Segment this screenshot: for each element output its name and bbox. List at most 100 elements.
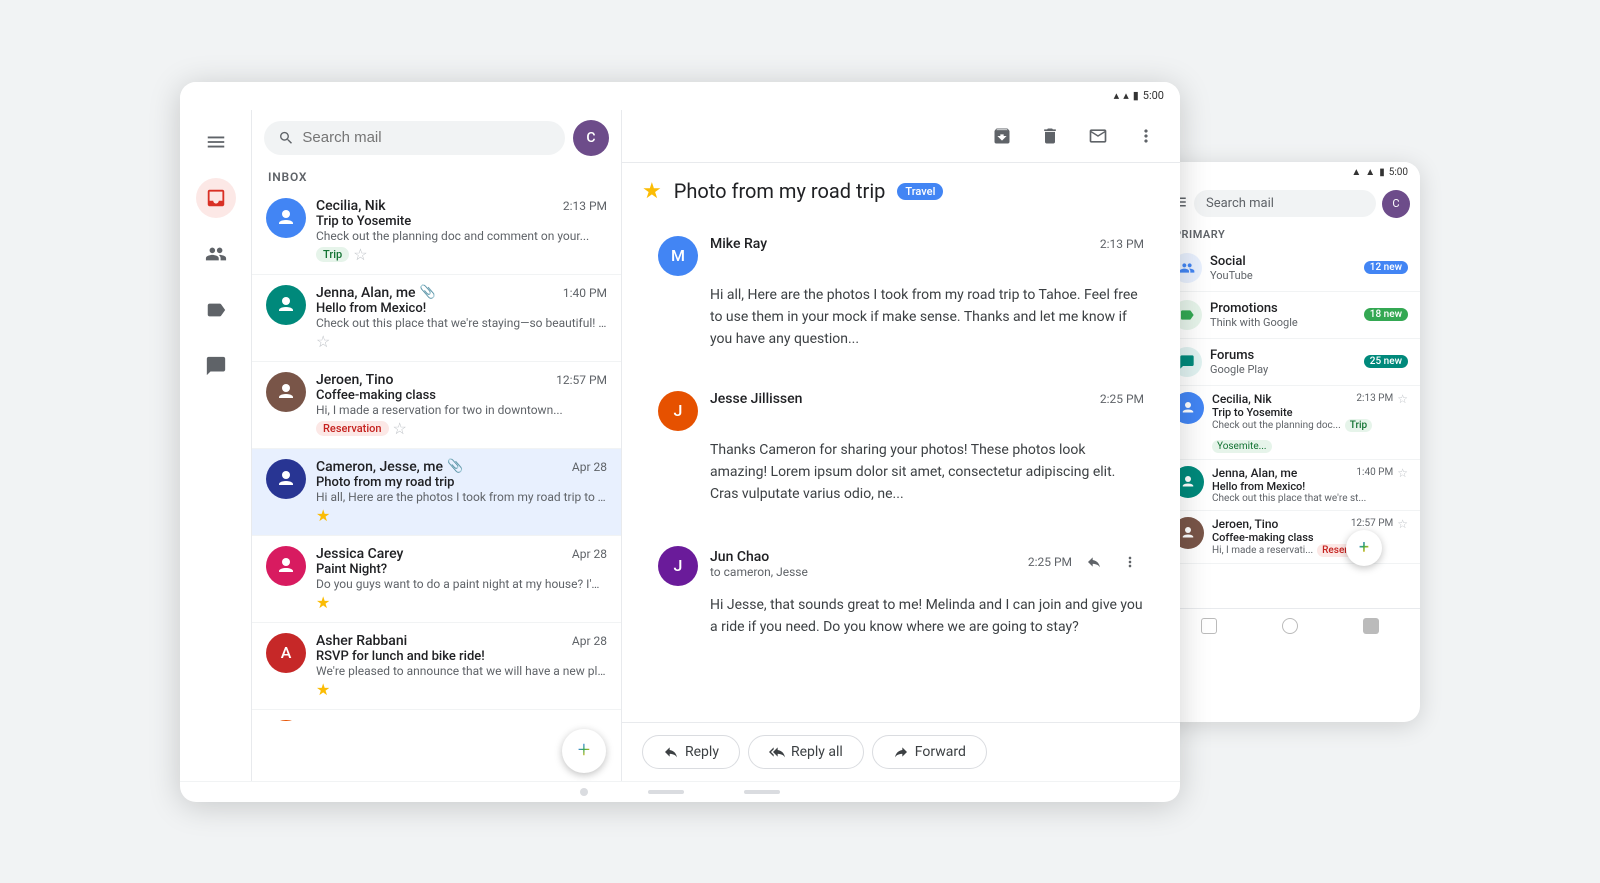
search-bar: C [252, 110, 621, 166]
mini-subject: Trip to Yosemite [1212, 406, 1408, 419]
inbox-label: INBOX [252, 166, 621, 188]
label-button[interactable] [1080, 118, 1116, 154]
user-avatar[interactable]: C [573, 120, 609, 156]
star-button[interactable]: ☆ [393, 419, 407, 438]
more-options-button[interactable] [1128, 118, 1164, 154]
forward-button[interactable]: Forward [872, 735, 987, 769]
menu-button[interactable] [196, 122, 236, 162]
mini-subject: Hello from Mexico! [1212, 480, 1408, 493]
email-preview: Hi all, Here are the photos I took from … [316, 490, 607, 504]
avatar [266, 198, 306, 238]
sender-name: Jeroen, Tino [316, 372, 393, 388]
mini-compose-fab[interactable]: + [1346, 530, 1382, 566]
email-subject: Hello from Mexico! [316, 301, 607, 316]
reply-all-button[interactable]: Reply all [748, 735, 864, 769]
msg-avatar: J [658, 546, 698, 586]
delete-button[interactable] [1032, 118, 1068, 154]
email-time: Apr 28 [572, 547, 607, 561]
msg-sender: Jun Chao [710, 549, 769, 565]
star-button[interactable]: ★ [316, 680, 330, 699]
mini-star[interactable]: ☆ [1397, 466, 1408, 480]
email-item-selected[interactable]: Cameron, Jesse, me 📎 Apr 28 Photo from m… [252, 449, 621, 536]
contacts-button[interactable] [196, 234, 236, 274]
mini-back-btn[interactable] [1201, 618, 1217, 634]
email-item[interactable]: J Jesse Jillissen Apr 28 Book you recomm… [252, 710, 621, 721]
archive-button[interactable] [984, 118, 1020, 154]
mini-preview: Check out this place that we're st... [1212, 493, 1408, 504]
avatar [266, 372, 306, 412]
message-card: J Jesse Jillissen 2:25 PM Thanks Ca [642, 375, 1160, 522]
thread-star[interactable]: ★ [642, 179, 662, 204]
forums-badge: 25 new [1364, 355, 1408, 368]
msg-recipient: to cameron, Jesse [710, 565, 808, 579]
sender-name: Cameron, Jesse, me [316, 459, 443, 475]
detail-toolbar [622, 110, 1180, 163]
sender-name: Jesse Jillissen [316, 720, 408, 721]
mini-sender: Jeroen, Tino [1212, 517, 1278, 531]
email-item[interactable]: Cecilia, Nik 2:13 PM Trip to Yosemite Ch… [252, 188, 621, 275]
nav-back-btn[interactable] [580, 788, 588, 796]
sender-name: Jessica Carey [316, 546, 403, 562]
mini-email-item[interactable]: Cecilia, Nik 2:13 PM ☆ Trip to Yosemite … [1160, 386, 1420, 460]
search-input[interactable] [302, 129, 551, 146]
forums-sub: Google Play [1210, 363, 1356, 376]
app-wrapper: ▴ ▴ ▮ 5:00 [20, 82, 1580, 802]
msg-avatar: J [658, 391, 698, 431]
mini-compose-plus-icon: + [1359, 537, 1369, 558]
mini-search-field[interactable]: Search mail [1194, 190, 1376, 217]
search-input-wrapper[interactable] [264, 121, 565, 155]
star-button[interactable]: ☆ [316, 332, 330, 351]
mini-trip-tag: Trip [1345, 419, 1372, 432]
mini-email-item[interactable]: Jeroen, Tino 12:57 PM ☆ Coffee-making cl… [1160, 511, 1420, 564]
attachment-icon: 📎 [447, 459, 463, 474]
message-card: J Jun Chao to cameron, Jesse 2:25 PM [642, 530, 1160, 655]
email-preview: Hi, I made a reservation for two in down… [316, 403, 607, 417]
email-content: Cameron, Jesse, me 📎 Apr 28 Photo from m… [316, 459, 607, 525]
mini-star[interactable]: ☆ [1397, 392, 1408, 406]
thread-header: ★ Photo from my road trip Travel [622, 163, 1180, 212]
mini-wifi-icon: ▲ [1351, 167, 1361, 178]
email-item[interactable]: A Asher Rabbani Apr 28 RSVP for lunch an… [252, 623, 621, 710]
avatar: J [266, 720, 306, 721]
mini-chip: Yosemite... [1212, 440, 1272, 453]
chat-button[interactable] [196, 346, 236, 386]
email-content: Asher Rabbani Apr 28 RSVP for lunch and … [316, 633, 607, 699]
mini-search-bar: Search mail C [1160, 184, 1420, 224]
compose-fab[interactable]: + [562, 729, 606, 773]
social-section[interactable]: Social YouTube 12 new [1160, 245, 1420, 292]
mini-star[interactable]: ☆ [1397, 517, 1408, 531]
msg-time: 2:25 PM [1028, 555, 1072, 569]
attachment-icon: 📎 [420, 285, 436, 300]
mini-user-avatar[interactable]: C [1382, 190, 1410, 218]
mini-preview: Hi, I made a reservati... [1212, 545, 1313, 556]
email-item[interactable]: Jeroen, Tino 12:57 PM Coffee-making clas… [252, 362, 621, 449]
email-detail-panel: ★ Photo from my road trip Travel M Mike … [622, 110, 1180, 781]
more-msg-options[interactable] [1116, 548, 1144, 576]
star-button[interactable]: ☆ [353, 245, 367, 264]
mini-home-btn[interactable] [1282, 618, 1298, 634]
email-subject: RSVP for lunch and bike ride! [316, 649, 607, 664]
sender-name: Jenna, Alan, me [316, 285, 416, 301]
tablet-body: C INBOX Cecilia, Nik 2:13 PM [180, 110, 1180, 781]
star-button[interactable]: ★ [316, 506, 330, 525]
mini-email-item[interactable]: Jenna, Alan, me 1:40 PM ☆ Hello from Mex… [1160, 460, 1420, 511]
reply-button[interactable]: Reply [642, 735, 740, 769]
email-time: Apr 28 [572, 634, 607, 648]
forums-section[interactable]: Forums Google Play 25 new [1160, 339, 1420, 386]
email-item[interactable]: Jessica Carey Apr 28 Paint Night? Do you… [252, 536, 621, 623]
sidebar [180, 110, 252, 781]
msg-sender: Jesse Jillissen [710, 391, 802, 407]
email-list: Cecilia, Nik 2:13 PM Trip to Yosemite Ch… [252, 188, 621, 721]
reservation-tag: Reservation [316, 421, 389, 436]
email-item[interactable]: Jenna, Alan, me 📎 1:40 PM Hello from Mex… [252, 275, 621, 362]
email-time: 1:40 PM [563, 286, 607, 300]
email-preview: Do you guys want to do a paint night at … [316, 577, 607, 591]
star-button[interactable]: ★ [316, 593, 330, 612]
inbox-button[interactable] [196, 178, 236, 218]
promotions-section[interactable]: Promotions Think with Google 18 new [1160, 292, 1420, 339]
reply-quick-button[interactable] [1080, 548, 1108, 576]
labels-button[interactable] [196, 290, 236, 330]
mini-recents-btn[interactable] [1363, 618, 1379, 634]
email-subject: Paint Night? [316, 562, 607, 577]
social-name: Social [1210, 254, 1356, 269]
